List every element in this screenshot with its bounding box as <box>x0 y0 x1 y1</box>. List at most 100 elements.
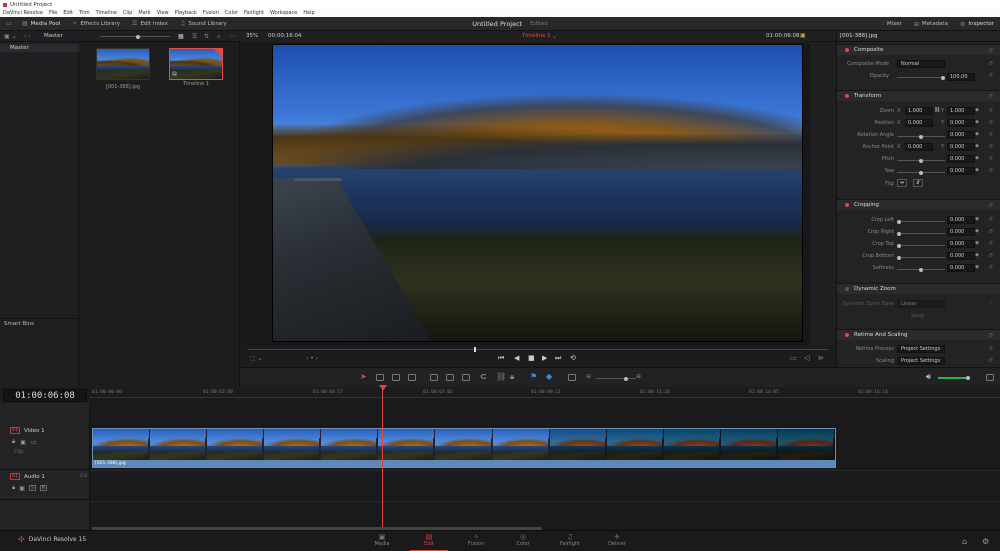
overwrite-clip-icon[interactable] <box>446 374 454 381</box>
timeline-timecode[interactable]: 01:00:06:08 <box>3 389 87 402</box>
pool-clip-image[interactable]: [001-388].jpg <box>96 48 150 90</box>
flag-icon[interactable]: ⚑ <box>530 372 537 381</box>
chevron-down-icon[interactable]: ⌄ <box>552 33 557 40</box>
reset-icon[interactable]: ↺ <box>988 345 993 352</box>
viewer-size-icon[interactable]: ⬚ ⌄ <box>250 355 263 362</box>
play-icon[interactable]: ▶ <box>542 354 547 362</box>
metadata-button[interactable]: ⊞ Metadata <box>908 17 954 31</box>
timeline-playhead-handle[interactable] <box>379 385 387 391</box>
auto-select-icon[interactable]: ▣ <box>19 485 25 492</box>
timeline-selector[interactable]: Timeline 1 <box>522 33 551 39</box>
auto-select-icon[interactable]: ▣ <box>20 439 26 446</box>
zoom-level[interactable]: 35% <box>246 33 258 39</box>
effects-library-button[interactable]: ✧ Effects Library <box>66 17 126 31</box>
composite-mode-select[interactable]: Normal <box>897 60 945 68</box>
page-deliver[interactable]: ✈ Deliver <box>594 531 640 551</box>
timeline-view-options-icon[interactable] <box>568 374 576 381</box>
video-track-header[interactable]: V1 Video 1 🔒︎ ▣ ▭ Clip <box>0 425 90 470</box>
crop-left-field[interactable]: 0.000 <box>947 216 975 224</box>
list-view-icon[interactable]: ☰ <box>192 33 197 40</box>
menu-timeline[interactable]: Timeline <box>96 10 117 16</box>
stop-icon[interactable]: ■ <box>528 354 535 362</box>
position-y-field[interactable]: 0.000 <box>947 119 975 127</box>
retime-process-select[interactable]: Project Settings <box>897 345 945 353</box>
opacity-field[interactable]: 100.00 <box>947 73 975 81</box>
anchor-y-field[interactable]: 0.000 <box>947 143 975 151</box>
reset-icon[interactable]: ↺ <box>988 357 993 364</box>
softness-field[interactable]: 0.000 <box>947 264 975 272</box>
lock-icon[interactable]: 🔒︎ <box>510 372 514 382</box>
position-x-field[interactable]: 0.000 <box>905 119 933 127</box>
gear-icon[interactable]: ⚙ <box>982 537 989 546</box>
reset-icon[interactable]: ↺ <box>988 47 993 54</box>
reset-icon[interactable]: ↺ <box>988 72 993 79</box>
yaw-slider[interactable] <box>897 170 945 175</box>
crop-right-slider[interactable] <box>897 231 945 236</box>
flip-vertical-icon[interactable]: ⇵ <box>913 179 924 187</box>
crop-top-knob[interactable] <box>897 243 901 248</box>
insert-clip-icon[interactable] <box>430 374 438 381</box>
dynamic-trim-icon[interactable] <box>392 374 400 381</box>
menu-trim[interactable]: Trim <box>79 10 90 16</box>
keyframe-icon[interactable]: ◆ <box>975 240 979 246</box>
crop-left-knob[interactable] <box>897 219 901 224</box>
crop-right-field[interactable]: 0.000 <box>947 228 975 236</box>
page-fairlight[interactable]: ♫ Fairlight <box>547 531 593 551</box>
page-fusion[interactable]: ✧ Fusion <box>453 531 499 551</box>
solo-button[interactable]: S <box>28 485 36 491</box>
menu-color[interactable]: Color <box>225 10 238 16</box>
dynamic-zoom-ease-select[interactable]: Linear <box>897 300 945 308</box>
keyframe-icon[interactable]: ◆ <box>975 216 979 222</box>
viewer-playhead[interactable] <box>474 347 476 352</box>
reset-icon[interactable]: ↺ <box>988 332 993 339</box>
menu-file[interactable]: File <box>49 10 57 16</box>
keyframe-icon[interactable]: ◆ <box>975 155 979 161</box>
keyframe-icon[interactable]: ◆ <box>975 107 979 113</box>
timeline-clip[interactable]: [001-388].jpg <box>92 428 836 468</box>
rotation-knob[interactable] <box>919 134 923 139</box>
track-lock-icon[interactable]: 🔒︎ <box>12 438 15 446</box>
keyframe-icon[interactable]: ◆ <box>975 264 979 270</box>
scaling-select[interactable]: Project Settings <box>897 357 945 365</box>
opacity-knob[interactable] <box>941 75 945 80</box>
grid-view-icon[interactable]: ▦ <box>178 33 184 40</box>
selection-tool-icon[interactable]: ➤ <box>360 372 367 381</box>
skip-start-icon[interactable]: ⏮ <box>498 354 504 363</box>
trim-tool-icon[interactable] <box>376 374 384 381</box>
transform-section[interactable]: Transform ↺ <box>837 90 1000 101</box>
nav-back-icon[interactable]: ‹ › <box>24 33 31 40</box>
keyframe-icon[interactable]: ◆ <box>975 228 979 234</box>
reset-icon[interactable]: ↺ <box>988 93 993 100</box>
sound-library-button[interactable]: ♫ Sound Library <box>174 17 233 31</box>
menu-davinci[interactable]: DaVinci Resolve <box>3 10 43 16</box>
pitch-slider[interactable] <box>897 158 945 163</box>
section-enable-icon[interactable] <box>845 333 849 337</box>
track-lock-icon[interactable]: 🔒︎ <box>12 484 15 492</box>
timeline-playhead[interactable] <box>382 390 383 530</box>
swap-button[interactable]: Swap <box>911 313 925 319</box>
loop-icon[interactable]: ⟲ <box>570 354 576 362</box>
mark-out-icon[interactable]: ⊳ <box>818 354 824 362</box>
anchor-x-field[interactable]: 0.000 <box>905 143 933 151</box>
rotation-field[interactable]: 0.000 <box>947 131 975 139</box>
page-edit[interactable]: ▤ Edit <box>406 531 452 551</box>
reset-icon[interactable]: ↺ <box>988 202 993 209</box>
reset-icon[interactable]: ↺ <box>988 252 993 259</box>
sort-icon[interactable]: ⇅ <box>204 33 209 40</box>
match-frame-icon[interactable]: ▭ <box>790 354 797 362</box>
scrub-bar[interactable] <box>248 349 828 350</box>
reset-icon[interactable]: ↺ <box>988 107 993 114</box>
sidebar-toggle-icon[interactable]: ▣ ⌄ <box>4 33 17 40</box>
menu-mark[interactable]: Mark <box>138 10 150 16</box>
snapping-icon[interactable]: ⊂ <box>480 372 487 381</box>
crop-left-slider[interactable] <box>897 219 945 224</box>
section-enable-icon[interactable] <box>845 203 849 207</box>
audio-meter-icon[interactable] <box>986 374 994 381</box>
bin-master[interactable]: Master <box>0 44 79 52</box>
reset-icon[interactable]: ↺ <box>988 216 993 223</box>
audio-track-tag[interactable]: A1 <box>10 473 20 480</box>
menu-fairlight[interactable]: Fairlight <box>244 10 264 16</box>
section-enable-icon[interactable] <box>845 287 849 291</box>
cropping-section[interactable]: Cropping ↺ <box>837 199 1000 210</box>
zoom-x-field[interactable]: 1.000 <box>905 107 933 115</box>
